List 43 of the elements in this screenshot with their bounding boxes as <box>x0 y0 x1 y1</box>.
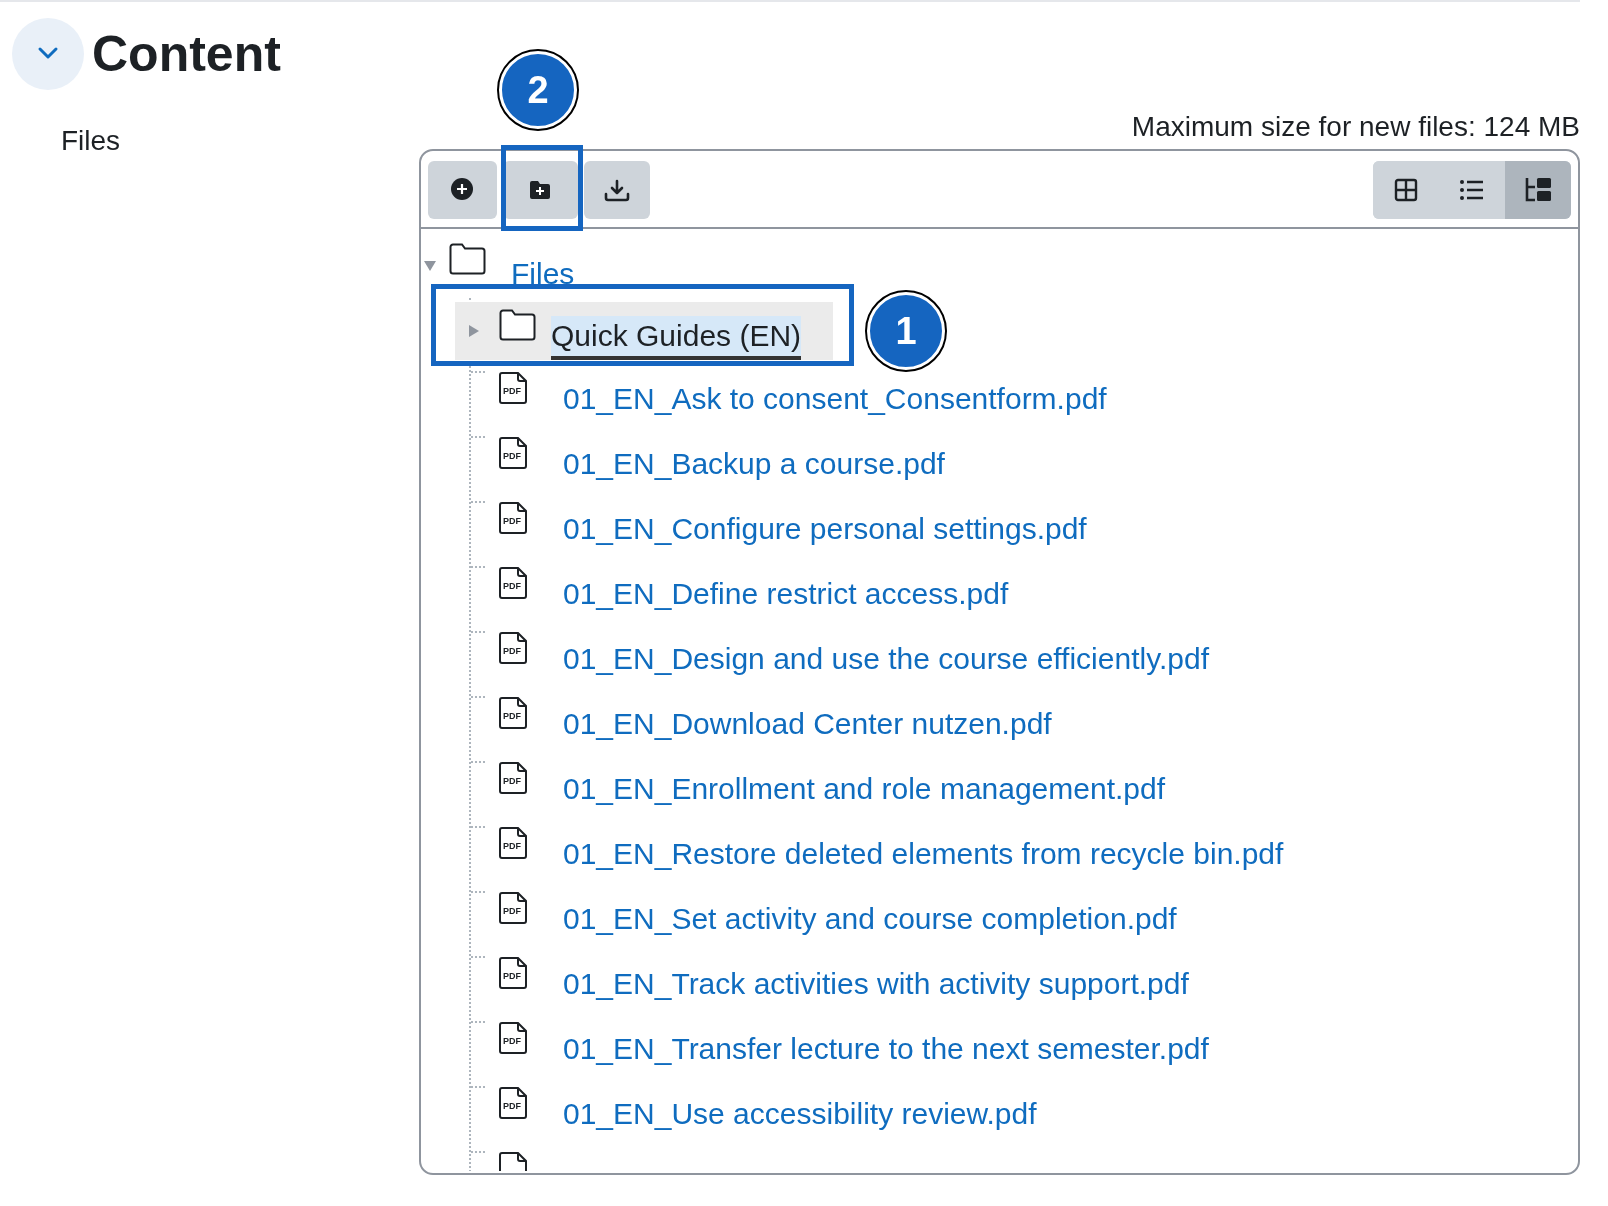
pdf-file-icon: PDF <box>499 436 529 471</box>
plus-circle-icon <box>449 177 476 203</box>
folder-icon <box>449 242 487 275</box>
file-link[interactable]: 01_EN_Track activities with activity support.pdf <box>563 961 1189 1006</box>
file-link[interactable]: 01_EN_Set activity and course completion.pdf <box>563 896 1177 941</box>
pdf-file-icon: PDF <box>499 826 529 861</box>
max-size-note: Maximum size for new files: 124 MB <box>1131 111 1580 143</box>
folder-icon <box>499 308 537 341</box>
folder-link[interactable]: Files <box>511 251 575 296</box>
add-file-button[interactable] <box>428 161 497 219</box>
folder-row[interactable]: Quick Guides (EN) <box>455 301 833 360</box>
file-link[interactable]: 01_EN_Backup a course.pdf <box>563 441 945 486</box>
pdf-file-icon: PDF <box>499 956 529 991</box>
callout-badge: 1 <box>867 292 945 370</box>
list-icon <box>1459 178 1485 202</box>
file-link[interactable]: 01_EN_Restore deleted elements from recycle bin.pdf <box>563 831 1284 876</box>
file-link[interactable]: 01_EN_Design and use the course efficiently.pdf <box>563 636 1209 681</box>
pdf-file-icon: PDF <box>499 891 529 926</box>
file-link[interactable]: 01_EN_Define restrict access.pdf <box>563 571 1009 616</box>
folder-name: Quick Guides (EN) <box>551 315 802 360</box>
file-link[interactable]: 01_EN_Use accessibility review.pdf <box>563 1091 1037 1136</box>
pdf-file-icon: PDF <box>499 1021 529 1056</box>
create-folder-button[interactable] <box>503 161 578 219</box>
pdf-file-icon: PDF <box>499 501 529 536</box>
file-link[interactable]: 01_EN_Download Center nutzen.pdf <box>563 701 1052 746</box>
file-link[interactable]: 01_EN_Configure personal settings.pdf <box>563 506 1087 551</box>
pdf-file-icon: PDF <box>499 1086 529 1121</box>
pdf-file-icon: PDF <box>499 761 529 796</box>
pdf-file-icon: PDF <box>499 566 529 601</box>
callout-badge: 2 <box>499 51 577 129</box>
tree-view-tab[interactable] <box>1505 161 1571 219</box>
file-link[interactable]: 01_EN_Enrollment and role management.pdf <box>563 766 1166 811</box>
download-button[interactable] <box>584 161 650 219</box>
section-heading: Content <box>92 25 281 84</box>
grid-icon <box>1394 178 1418 202</box>
file-link[interactable]: 01_EN_Ask to consent_Consentform.pdf <box>563 376 1107 421</box>
pdf-file-icon: PDF <box>499 631 529 666</box>
pdf-file-icon: PDF <box>499 371 529 406</box>
pdf-file-icon: PDF <box>499 696 529 731</box>
file-link[interactable]: 01_EN_Transfer lecture to the next semester.pdf <box>563 1026 1209 1071</box>
tree-view-icon <box>1524 177 1552 203</box>
download-icon <box>604 178 630 202</box>
field-label: Files <box>61 125 121 156</box>
